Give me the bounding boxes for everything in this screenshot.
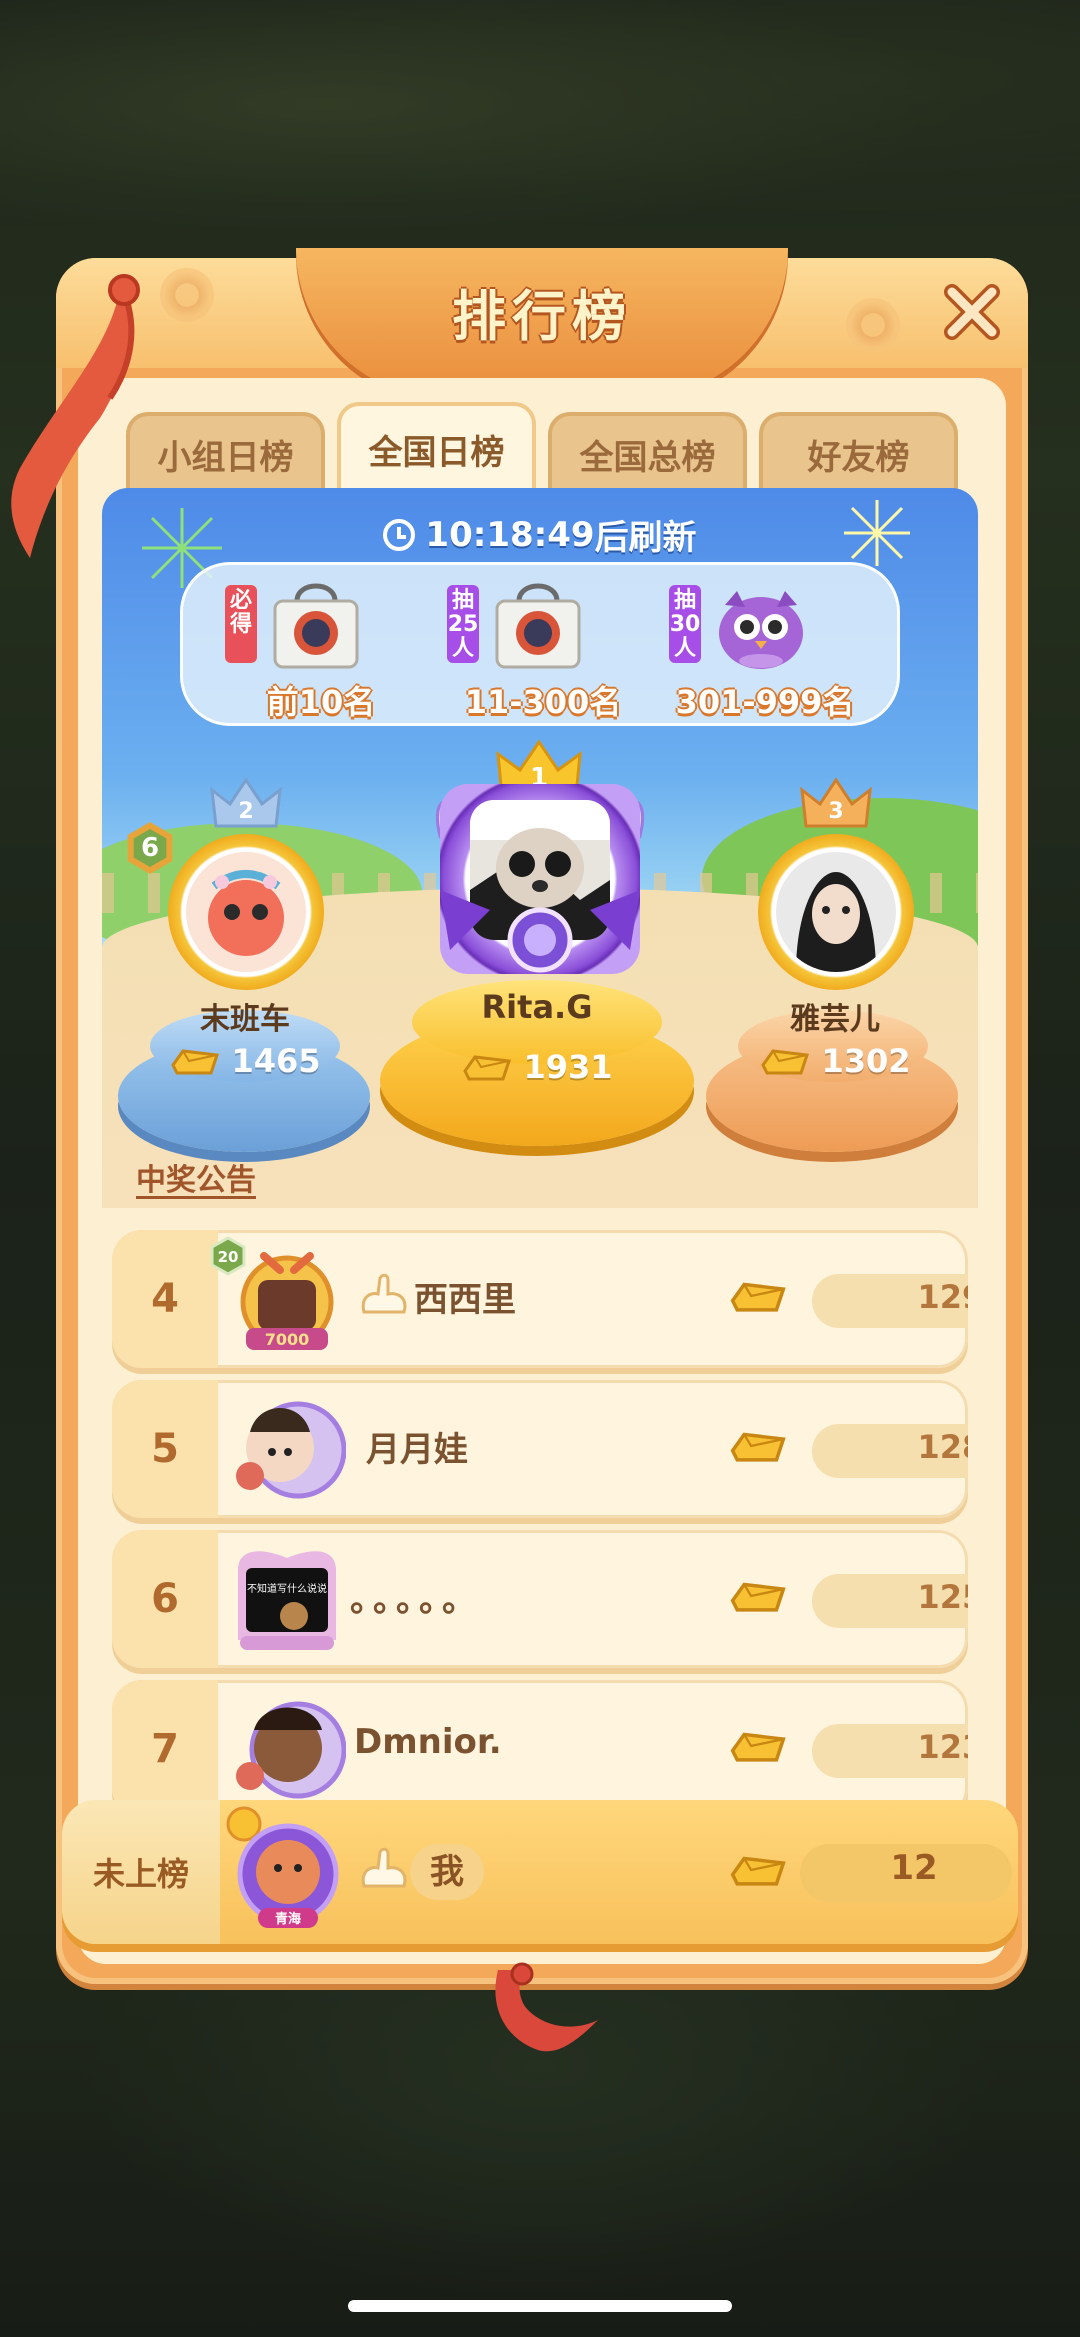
refresh-time: 10:18:49 — [425, 514, 595, 555]
row-name: 月月娃 — [366, 1430, 468, 1470]
reward-tag: 抽30人 — [669, 585, 701, 663]
rewards-panel[interactable]: 必得 前10名 抽25人 11-300名 抽30人 301-999名 — [180, 562, 900, 726]
gift-bag-icon — [273, 583, 359, 669]
row-score: 1253 — [917, 1578, 968, 1616]
owl-plush-icon — [719, 591, 803, 669]
row-score: 1298 — [917, 1278, 968, 1316]
gold-bar-icon — [730, 1282, 786, 1312]
avatar[interactable]: 青海 — [226, 1804, 344, 1936]
leaderboard-row[interactable]: 7 Dmnior. 1232 — [112, 1680, 968, 1818]
row-rank: 5 — [112, 1380, 218, 1518]
panel-title: 排行榜 — [452, 285, 632, 348]
player-score: 1465 — [150, 1042, 340, 1080]
gold-bar-icon — [730, 1732, 786, 1762]
player-name: 末班车 — [200, 1002, 290, 1037]
my-rank-row[interactable]: 未上榜 青海 我 12 — [62, 1800, 1018, 1944]
gold-bar-icon — [761, 1049, 810, 1075]
row-name: 西西里 — [414, 1280, 516, 1320]
avatar[interactable] — [186, 852, 306, 972]
avatar[interactable] — [228, 1390, 346, 1508]
player-name: Rita.G — [481, 988, 593, 1026]
row-score: 1288 — [917, 1428, 968, 1466]
close-button[interactable] — [936, 276, 1008, 348]
score-value: 1302 — [821, 1042, 911, 1080]
row-name: 。。。。。 — [350, 1580, 482, 1620]
score-value: 1465 — [231, 1042, 321, 1080]
leaderboard-row[interactable]: 5 月月娃 1288 — [112, 1380, 968, 1518]
gold-bar-icon — [730, 1582, 786, 1612]
hand-icon — [361, 1273, 407, 1314]
avatar[interactable] — [776, 852, 896, 972]
home-indicator[interactable] — [348, 2300, 732, 2312]
avatar-caption: 不知道写什么说说 — [247, 1582, 327, 1595]
reward-11-300[interactable]: 抽25人 11-300名 — [433, 565, 653, 729]
reward-label: 前10名 — [266, 683, 376, 721]
crown-icon: 2 — [210, 777, 282, 828]
gold-bar-icon — [730, 1432, 786, 1462]
row-rank: 4 — [112, 1230, 218, 1368]
clock-icon — [383, 518, 416, 551]
hand-icon — [361, 1847, 407, 1888]
ribbon-decoration — [495, 1962, 598, 2052]
reward-label: 11-300名 — [464, 683, 622, 721]
row-name: Dmnior. — [354, 1722, 502, 1762]
leaderboard-row[interactable]: 4 7000 20 西西里 1298 — [112, 1230, 968, 1368]
gift-bag-icon — [495, 583, 581, 669]
avatar[interactable]: 不知道写什么说说 — [228, 1540, 346, 1658]
row-score: 1232 — [917, 1728, 968, 1766]
level-badge: 20 — [210, 1236, 246, 1276]
gold-bar-icon — [730, 1856, 786, 1886]
crown-icon: 3 — [800, 777, 872, 828]
leaderboard-row[interactable]: 6 不知道写什么说说 。。。。。 1253 — [112, 1530, 968, 1668]
flower-decoration — [160, 268, 214, 322]
gold-bar-icon — [463, 1055, 512, 1081]
refresh-timer: 10:18:49 后刷新 — [0, 510, 1080, 559]
region-badge: 青海 — [275, 1911, 301, 1927]
tab-friends[interactable]: 好友榜 — [759, 412, 958, 492]
reward-top10[interactable]: 必得 前10名 — [211, 565, 431, 729]
my-name: 我 — [410, 1844, 484, 1900]
flower-decoration — [846, 298, 900, 352]
tab-group-daily[interactable]: 小组日榜 — [126, 412, 325, 492]
my-rank-label: 未上榜 — [62, 1800, 220, 1944]
reward-tag: 抽25人 — [447, 585, 479, 663]
reward-label: 301-999名 — [675, 683, 855, 721]
player-score: 1931 — [412, 1048, 662, 1086]
reward-tag: 必得 — [225, 585, 257, 663]
rank-number: 3 — [828, 799, 843, 824]
close-icon — [944, 284, 1000, 340]
gold-bar-icon — [171, 1049, 220, 1075]
score-value: 1931 — [523, 1048, 613, 1086]
row-rank: 6 — [112, 1530, 218, 1668]
row-rank: 7 — [112, 1680, 218, 1818]
refresh-suffix: 后刷新 — [594, 518, 697, 558]
player-name: 雅芸儿 — [790, 1002, 880, 1037]
tab-national-daily[interactable]: 全国日榜 — [337, 402, 536, 492]
tab-national-total[interactable]: 全国总榜 — [548, 412, 747, 492]
level-value: 20 — [218, 1248, 239, 1266]
announcement-link[interactable]: 中奖公告 — [136, 1155, 256, 1199]
reward-301-999[interactable]: 抽30人 301-999名 — [655, 565, 875, 729]
player-score: 1302 — [740, 1042, 930, 1080]
tab-bar: 小组日榜 全国日榜 全国总榜 好友榜 — [126, 402, 958, 492]
rank-number: 2 — [238, 799, 253, 824]
frame-badge: 7000 — [265, 1330, 310, 1349]
avatar[interactable] — [228, 1690, 346, 1808]
my-score: 12 — [890, 1848, 938, 1888]
ribbon-bow-decoration — [440, 890, 640, 950]
level-value: 6 — [133, 829, 167, 867]
